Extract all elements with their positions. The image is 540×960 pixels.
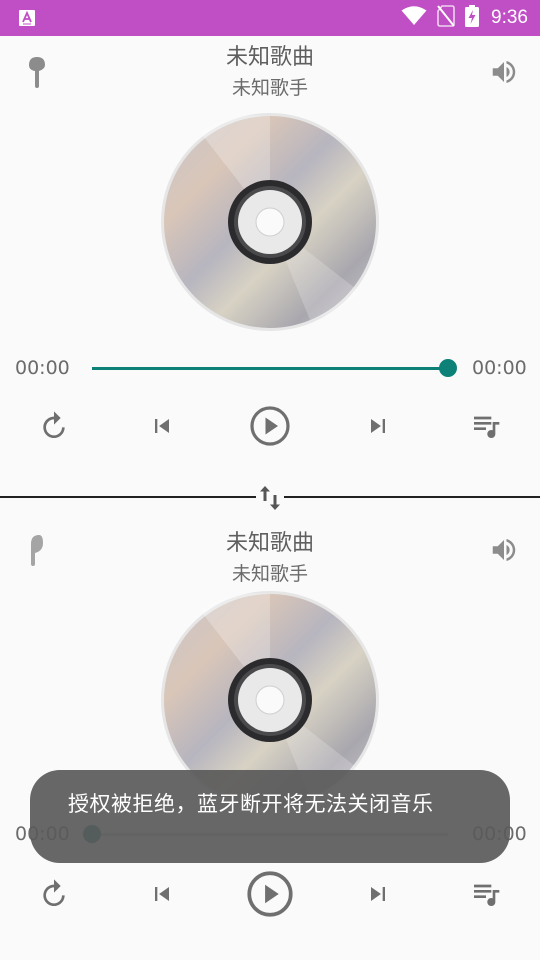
seek-bar[interactable]	[92, 357, 457, 379]
play-button[interactable]	[240, 864, 300, 924]
song-artist: 未知歌手	[231, 77, 308, 99]
player-bottom: 未知歌曲 未知歌手 00:	[0, 500, 540, 960]
status-bar: 9:36	[0, 0, 540, 36]
playback-controls	[0, 396, 540, 456]
skip-next-icon	[371, 887, 385, 901]
playback-controls	[0, 864, 540, 924]
play-button[interactable]	[240, 396, 300, 456]
playlist-button[interactable]	[456, 864, 516, 924]
skip-previous-icon	[155, 887, 169, 901]
next-button[interactable]	[348, 396, 408, 456]
wifi-icon	[401, 6, 427, 30]
repeat-icon	[43, 411, 65, 438]
player-top: 未知歌曲 未知歌手 00:00 00:00	[0, 36, 540, 496]
battery-charging-icon	[465, 5, 480, 31]
volume-icon[interactable]	[486, 54, 522, 90]
repeat-button[interactable]	[24, 396, 84, 456]
toast-message: 授权被拒绝，蓝牙断开将无法关闭音乐	[68, 792, 434, 816]
skip-previous-icon	[155, 419, 169, 433]
repeat-icon	[43, 879, 65, 906]
song-artist: 未知歌手	[231, 563, 308, 585]
seek-fill	[92, 367, 448, 370]
total-time: 00:00	[472, 357, 527, 379]
playlist-button[interactable]	[456, 396, 516, 456]
play-circle-icon	[250, 406, 290, 446]
seek-thumb[interactable]	[439, 359, 457, 377]
next-button[interactable]	[348, 864, 408, 924]
current-time: 00:00	[15, 357, 70, 379]
clock: 9:36	[491, 7, 528, 28]
app-a-icon	[18, 9, 36, 27]
previous-button[interactable]	[132, 396, 192, 456]
previous-button[interactable]	[132, 864, 192, 924]
song-title: 未知歌曲	[225, 531, 314, 556]
queue-music-icon	[474, 416, 500, 438]
repeat-button[interactable]	[24, 864, 84, 924]
play-circle-icon	[247, 871, 293, 917]
song-title: 未知歌曲	[225, 45, 314, 70]
queue-music-icon	[474, 884, 500, 906]
album-disc	[160, 112, 380, 332]
volume-icon[interactable]	[486, 532, 522, 568]
no-sim-icon	[437, 5, 455, 31]
toast: 授权被拒绝，蓝牙断开将无法关闭音乐	[30, 770, 510, 863]
skip-next-icon	[371, 419, 385, 433]
